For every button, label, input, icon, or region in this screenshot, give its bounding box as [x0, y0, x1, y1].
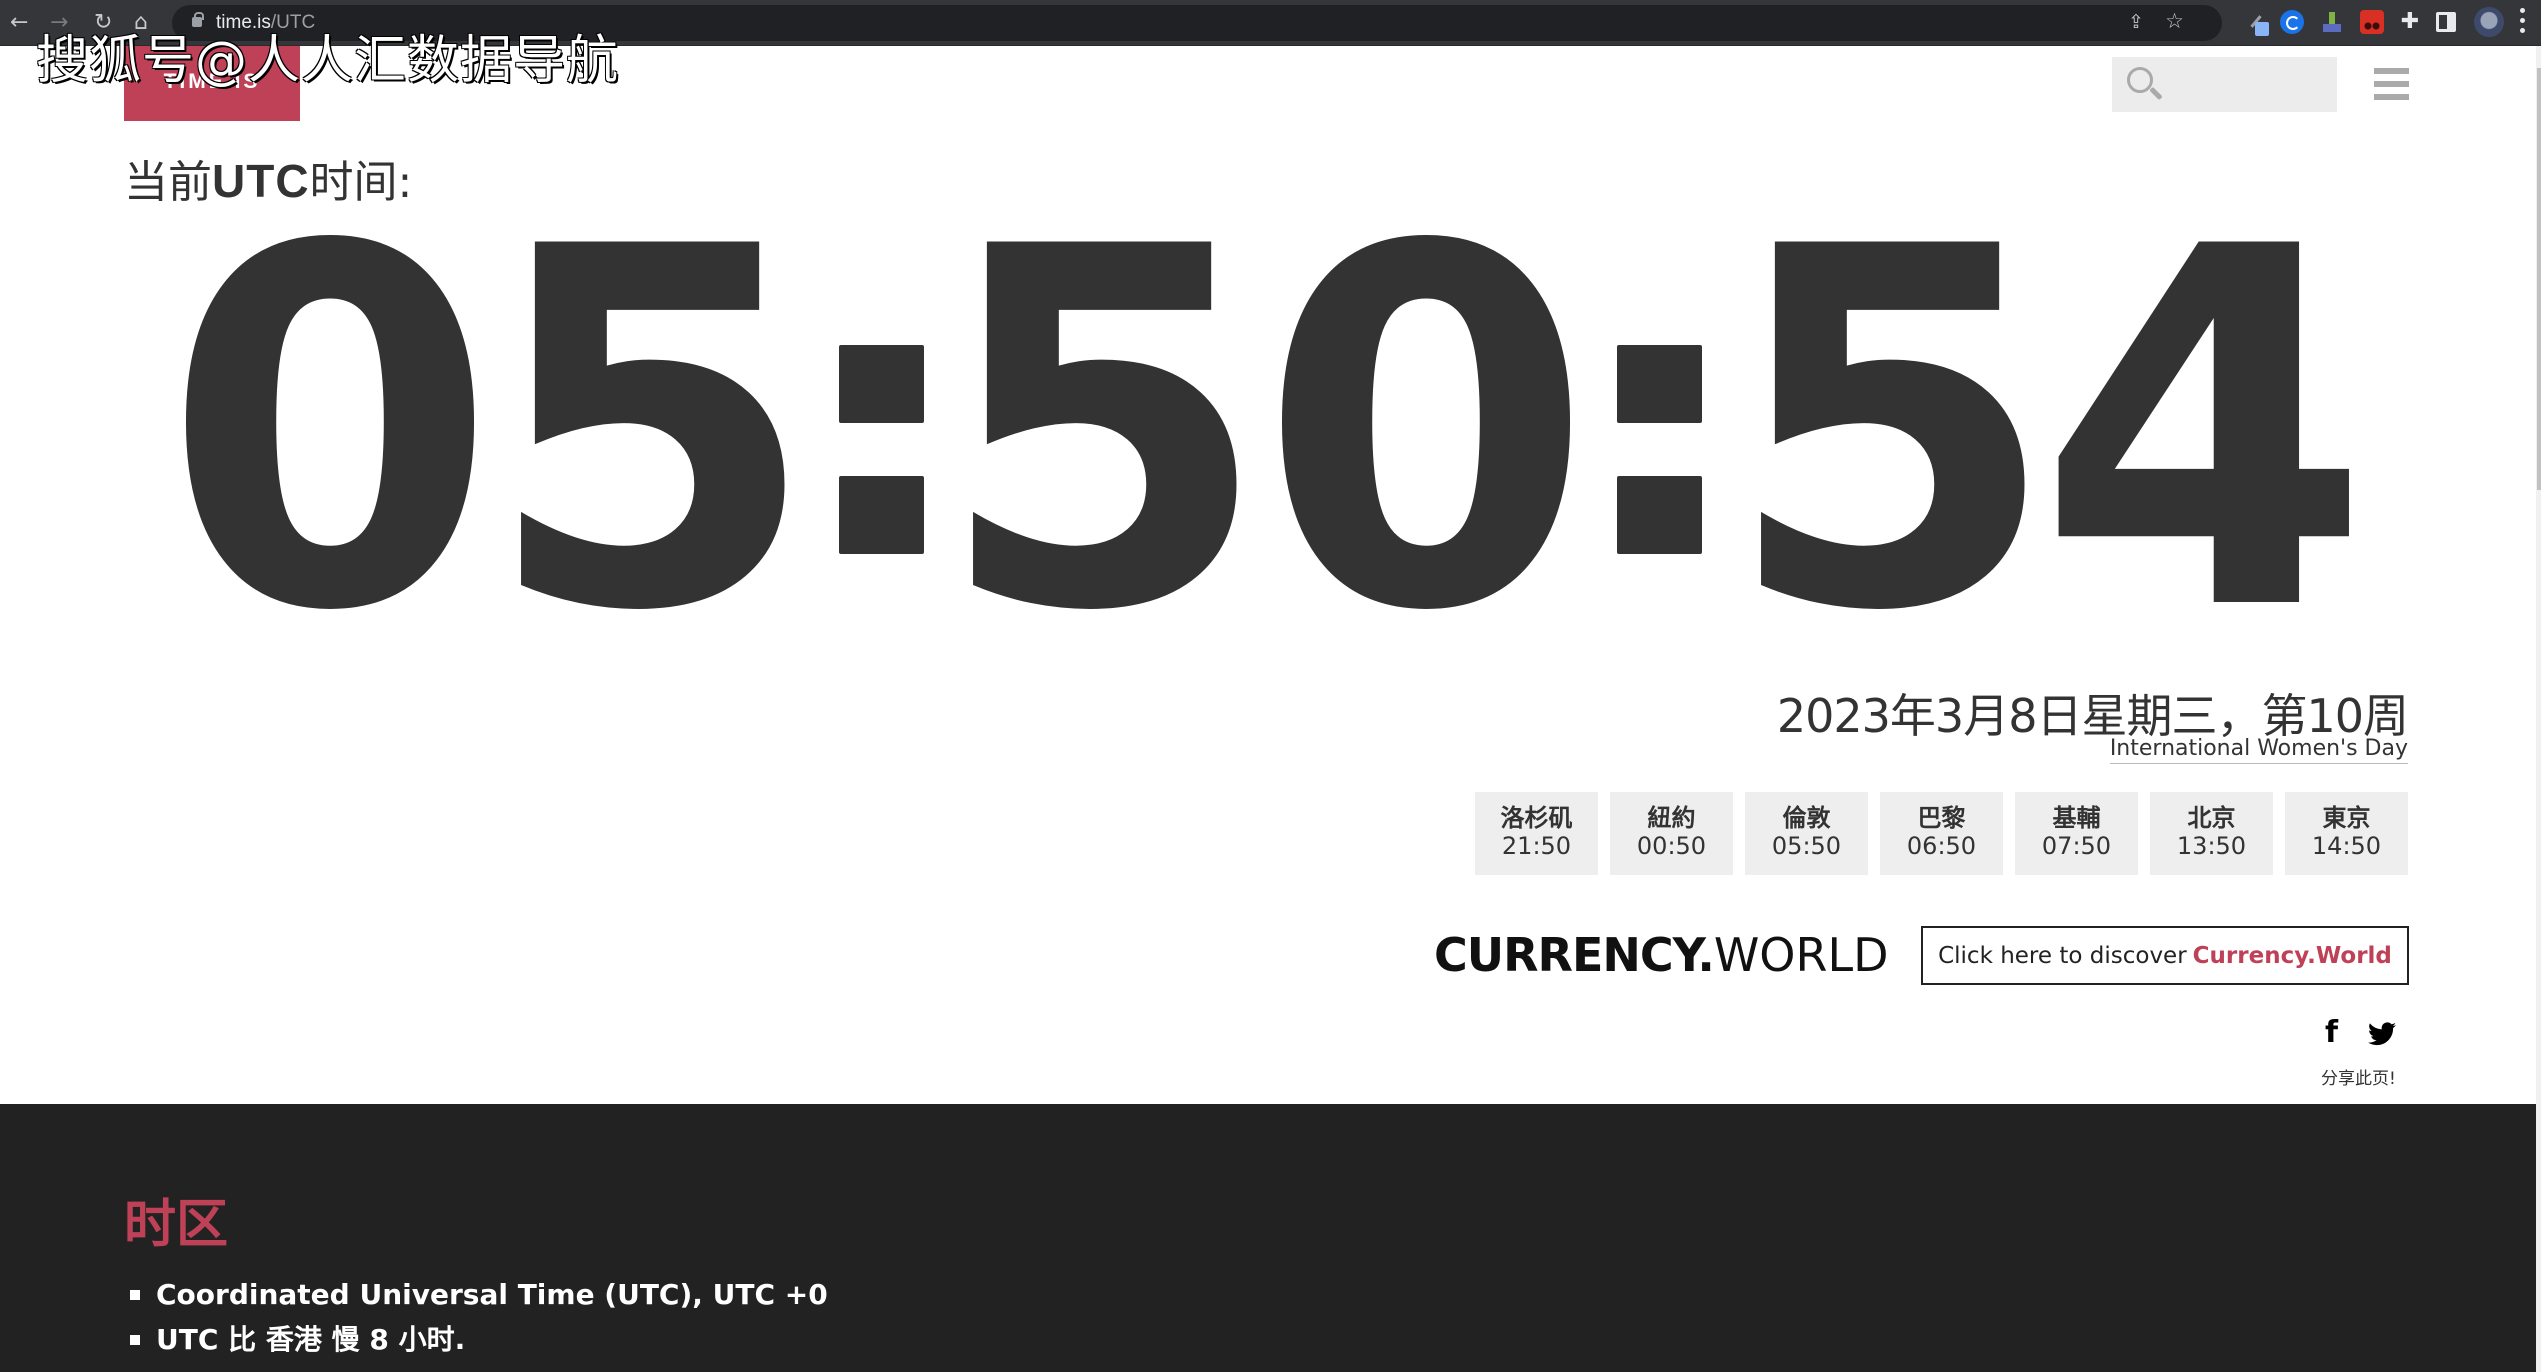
city-time: 06:50 — [1906, 832, 1977, 860]
clock-second-tens: 5 — [1724, 143, 2058, 720]
brand-bold: CURRENCY. — [1434, 928, 1715, 982]
currency-world-logo[interactable]: CURRENCY.WORLD — [1434, 928, 1889, 982]
city-box[interactable]: 巴黎 06:50 — [1880, 792, 2003, 875]
city-box[interactable]: 倫敦 05:50 — [1745, 792, 1868, 875]
button-prefix: Click here to discover — [1938, 942, 2187, 969]
twitter-icon[interactable] — [2368, 1022, 2397, 1046]
clock-hour-ones: 5 — [484, 143, 818, 720]
clock-colon-top — [839, 345, 924, 423]
city-name: 東京 — [2322, 804, 2371, 832]
city-name: 洛杉矶 — [1500, 804, 1573, 832]
city-time: 14:50 — [2311, 832, 2382, 860]
city-box[interactable]: 紐約 00:50 — [1610, 792, 1733, 875]
button-link: Currency.World — [2192, 942, 2392, 969]
timezone-section: 时区 Coordinated Universal Time (UTC), UTC… — [0, 1104, 2536, 1372]
share-label: 分享此页! — [2321, 1069, 2396, 1089]
share-icons: f — [2325, 1018, 2397, 1048]
city-time: 07:50 — [2041, 832, 2112, 860]
clock-colon-bottom — [839, 476, 924, 554]
city-name: 巴黎 — [1917, 804, 1966, 832]
timezone-info-item: Coordinated Universal Time (UTC), UTC +0 — [130, 1272, 828, 1317]
city-time: 00:50 — [1636, 832, 1707, 860]
city-name: 基輔 — [2052, 804, 2101, 832]
watermark-text: 搜狐号@人人汇数据导航 — [36, 31, 620, 91]
city-time: 05:50 — [1771, 832, 1842, 860]
timezone-info-list: Coordinated Universal Time (UTC), UTC +0… — [130, 1272, 828, 1362]
scrollbar-thumb[interactable] — [2537, 68, 2541, 490]
discover-currency-world-button[interactable]: Click here to discover Currency.World — [1921, 926, 2409, 985]
city-box[interactable]: 洛杉矶 21:50 — [1475, 792, 1598, 875]
clock-hour-tens: 0 — [163, 143, 497, 720]
brand-light: WORLD — [1713, 928, 1889, 982]
timezone-info-item: UTC 比 香港 慢 8 小时. — [130, 1317, 828, 1362]
city-box[interactable]: 東京 14:50 — [2285, 792, 2408, 875]
city-times: 洛杉矶 21:50 紐約 00:50 倫敦 05:50 巴黎 06:50 基輔 07:50… — [1475, 792, 2408, 875]
city-name: 紐約 — [1647, 804, 1696, 832]
city-box[interactable]: 基輔 07:50 — [2015, 792, 2138, 875]
clock-display: 0 5 5 0 5 4 — [0, 0, 2541, 700]
city-name: 倫敦 — [1782, 804, 1831, 832]
city-time: 13:50 — [2176, 832, 2247, 860]
clock-minute-ones: 0 — [1259, 143, 1593, 720]
clock-minute-tens: 5 — [936, 143, 1270, 720]
city-name: 北京 — [2187, 804, 2236, 832]
timezone-heading: 时区 — [124, 1195, 229, 1255]
clock-second-ones: 4 — [2037, 143, 2371, 720]
page-scrollbar[interactable] — [2536, 46, 2541, 1372]
holiday-link[interactable]: International Women's Day — [2109, 736, 2408, 764]
city-time: 21:50 — [1501, 832, 1572, 860]
clock-colon-top-2 — [1617, 345, 1702, 423]
facebook-icon[interactable]: f — [2325, 1018, 2338, 1048]
clock-colon-bottom-2 — [1617, 476, 1702, 554]
city-box[interactable]: 北京 13:50 — [2150, 792, 2273, 875]
